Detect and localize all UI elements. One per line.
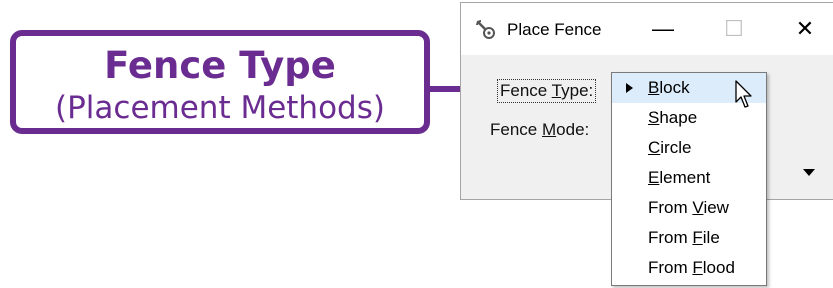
close-button[interactable]: ✕	[785, 13, 825, 45]
selected-marker-icon	[626, 83, 633, 93]
mouse-pointer-icon	[735, 80, 752, 108]
dropdown-item-from-file[interactable]: From File	[612, 223, 766, 253]
dropdown-item-circle[interactable]: Circle	[612, 133, 766, 163]
fence-mode-dropdown-arrow-icon[interactable]	[803, 169, 815, 176]
maximize-button[interactable]: ☐	[714, 13, 754, 45]
fence-type-label[interactable]: Fence Type:	[497, 79, 597, 103]
callout-box: Fence Type (Placement Methods)	[10, 30, 430, 134]
dropdown-item-element[interactable]: Element	[612, 163, 766, 193]
dropdown-item-from-flood[interactable]: From Flood	[612, 253, 766, 283]
window-title: Place Fence	[507, 20, 602, 39]
wrench-gear-icon	[476, 20, 495, 39]
minimize-button[interactable]: —	[643, 13, 683, 45]
callout-subtitle: (Placement Methods)	[55, 90, 385, 126]
fence-mode-label: Fence Mode:	[490, 120, 590, 139]
dropdown-item-from-view[interactable]: From View	[612, 193, 766, 223]
title-bar[interactable]: Place Fence — ☐ ✕	[461, 3, 833, 55]
callout-title: Fence Type	[104, 44, 336, 87]
